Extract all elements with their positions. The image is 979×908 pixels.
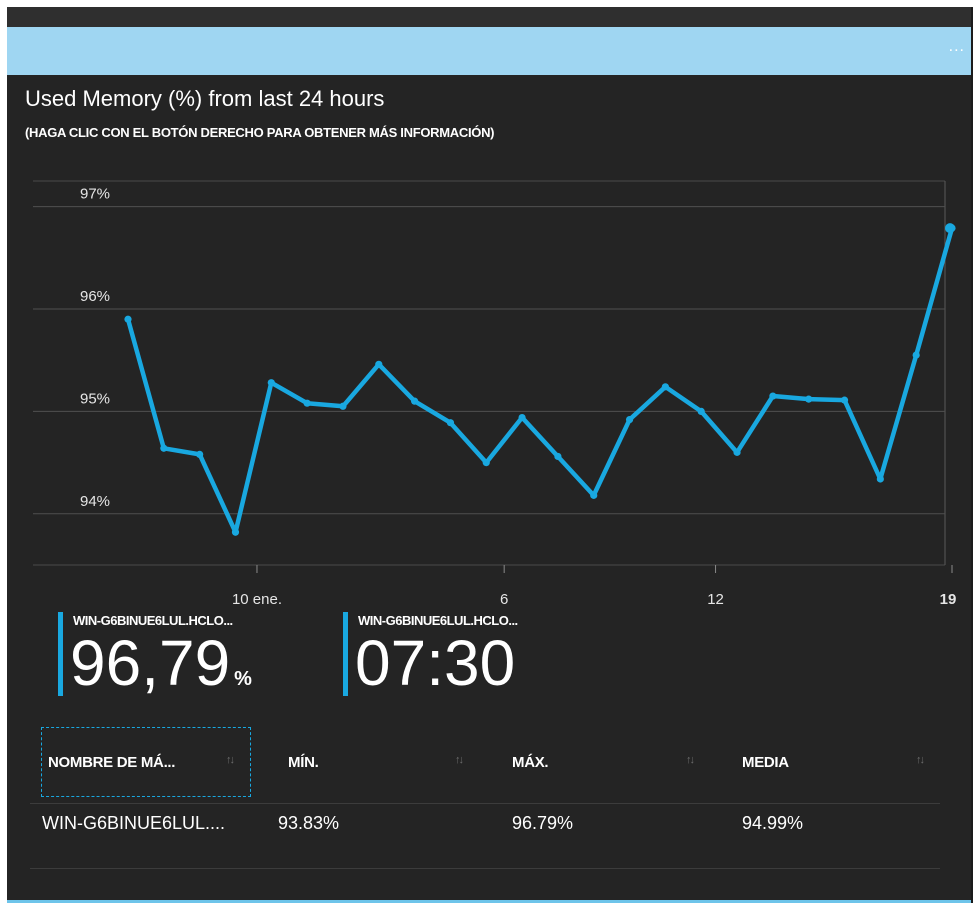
data-point: [697, 407, 705, 415]
series-used-memory: [124, 223, 956, 536]
data-point: [805, 395, 813, 403]
kpi-label: WIN-G6BINUE6LUL.HCLO...: [73, 613, 233, 628]
x-tick-label: 19: [940, 591, 957, 608]
y-tick-label: 95%: [80, 390, 110, 407]
column-header-max[interactable]: MÁX.: [512, 728, 549, 798]
kpi-label: WIN-G6BINUE6LUL.HCLO...: [358, 613, 518, 628]
data-point: [912, 351, 920, 359]
series-line: [125, 225, 955, 535]
data-point: [375, 360, 383, 368]
sort-icon[interactable]: ↑↓: [226, 754, 235, 766]
y-tick-label: 94%: [80, 493, 110, 510]
y-axis-ticks: 97% 96% 95% 94%: [80, 186, 110, 510]
chart-grid: [33, 180, 946, 566]
data-point: [625, 415, 634, 424]
y-tick-label: 97%: [80, 186, 110, 203]
cell-min: 93.83%: [278, 813, 340, 833]
tile-bottom-border: [7, 900, 971, 903]
table-header: NOMBRE DE MÁ... ↑↓ MÍN. ↑↓ MÁX. ↑↓ MEDIA…: [0, 728, 979, 798]
column-header-machine-name[interactable]: NOMBRE DE MÁ...: [48, 728, 175, 798]
sort-icon[interactable]: ↑↓: [686, 754, 695, 766]
kpi-number: 96,79: [70, 627, 231, 699]
x-tick-label: 12: [707, 591, 724, 608]
table-divider: [30, 868, 940, 869]
data-point: [303, 399, 311, 407]
data-point: [482, 459, 490, 467]
data-point: [446, 419, 455, 427]
kpi-current-value[interactable]: WIN-G6BINUE6LUL.HCLO... 96,79%: [58, 612, 318, 702]
data-point: [769, 392, 777, 400]
kpi-accent-bar: [58, 612, 63, 696]
data-point: [554, 452, 562, 461]
x-tick-label: 6: [500, 591, 508, 608]
data-point: [339, 402, 347, 410]
cell-machine-name: WIN-G6BINUE6LUL....: [42, 813, 226, 833]
data-point: [124, 315, 132, 323]
memory-line-chart[interactable]: 97% 96% 95% 94% 10 ene. 6 12 19: [0, 0, 979, 620]
kpi-value: 07:30: [355, 628, 515, 698]
column-header-min[interactable]: MÍN.: [288, 728, 319, 798]
kpi-time[interactable]: WIN-G6BINUE6LUL.HCLO... 07:30: [343, 612, 603, 702]
sort-icon[interactable]: ↑↓: [916, 754, 925, 766]
sort-icon[interactable]: ↑↓: [455, 754, 464, 766]
data-point: [661, 383, 669, 391]
last-point-marker: [945, 223, 955, 234]
data-point: [267, 379, 275, 387]
data-point: [231, 528, 240, 536]
y-tick-label: 96%: [80, 288, 110, 305]
data-point: [876, 475, 884, 483]
cell-average: 94.99%: [742, 813, 804, 833]
data-point: [518, 413, 526, 422]
kpi-number: 07:30: [355, 627, 516, 699]
kpi-value: 96,79%: [70, 628, 252, 714]
kpi-unit: %: [234, 668, 252, 690]
data-point: [160, 444, 168, 452]
data-point: [411, 397, 419, 405]
data-point: [196, 450, 204, 459]
x-axis-ticks: 10 ene. 6 12 19: [232, 565, 956, 608]
kpi-accent-bar: [343, 612, 348, 696]
data-point: [733, 448, 741, 456]
data-point: [590, 491, 598, 499]
table-divider: [30, 803, 940, 804]
x-tick-label: 10 ene.: [232, 591, 282, 608]
data-point: [840, 396, 849, 404]
column-header-average[interactable]: MEDIA: [742, 728, 789, 798]
cell-max: 96.79%: [512, 813, 574, 833]
